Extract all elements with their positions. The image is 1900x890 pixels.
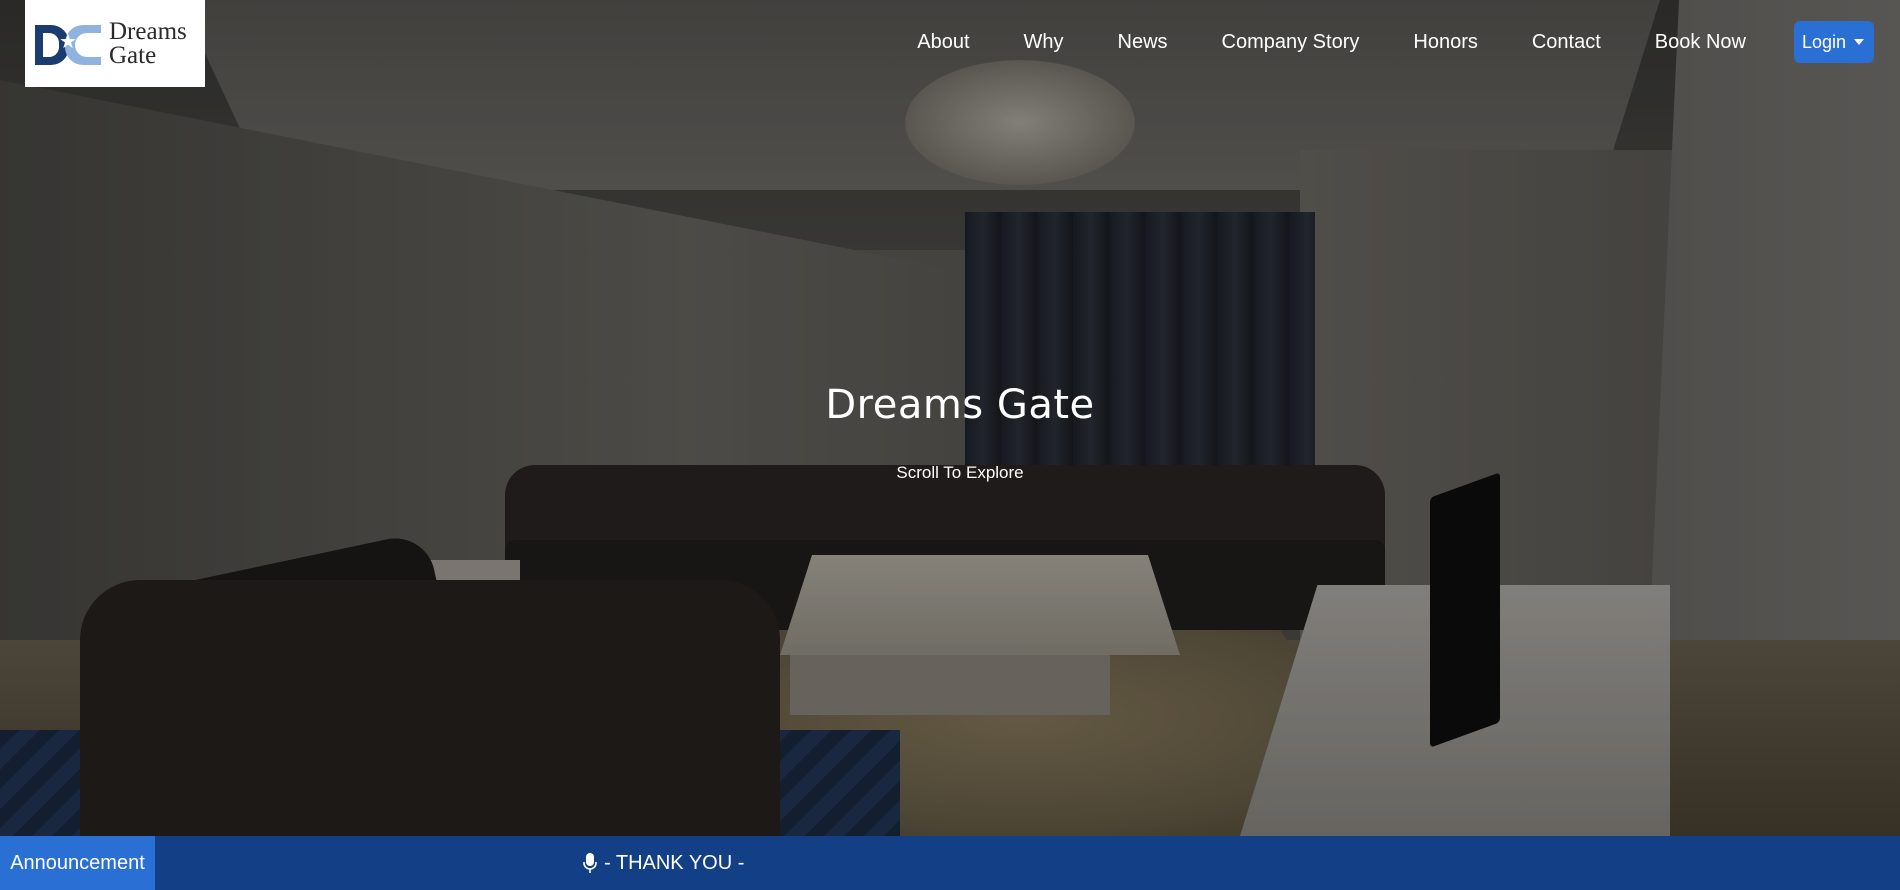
main-nav: About Why News Company Story Honors Cont… xyxy=(917,20,1900,64)
nav-about[interactable]: About xyxy=(917,31,969,54)
site-logo[interactable]: ★ Dreams Gate xyxy=(25,0,205,87)
nav-honors[interactable]: Honors xyxy=(1413,31,1477,54)
nav-contact[interactable]: Contact xyxy=(1532,31,1601,54)
logo-mark-icon: ★ xyxy=(35,19,105,69)
microphone-icon xyxy=(583,853,597,873)
logo-line-1: Dreams xyxy=(109,17,187,45)
login-label: Login xyxy=(1801,31,1846,52)
logo-text: Dreams Gate xyxy=(109,17,187,69)
announcement-bar: Announcement - THANK YOU - xyxy=(0,836,1900,890)
nav-book-now[interactable]: Book Now xyxy=(1655,31,1746,54)
nav-news[interactable]: News xyxy=(1118,31,1168,54)
scroll-to-explore-link[interactable]: Scroll To Explore xyxy=(0,463,1900,483)
hero-title: Dreams Gate xyxy=(825,382,1095,428)
login-dropdown-button[interactable]: Login xyxy=(1793,21,1874,63)
caret-down-icon xyxy=(1854,39,1864,45)
nav-company-story[interactable]: Company Story xyxy=(1222,31,1360,54)
announcement-text: - THANK YOU - xyxy=(604,851,745,874)
nav-why[interactable]: Why xyxy=(1024,31,1064,54)
announcement-message: - THANK YOU - xyxy=(582,836,744,890)
announcement-label: Announcement xyxy=(0,836,155,890)
logo-line-2: Gate xyxy=(109,41,157,69)
